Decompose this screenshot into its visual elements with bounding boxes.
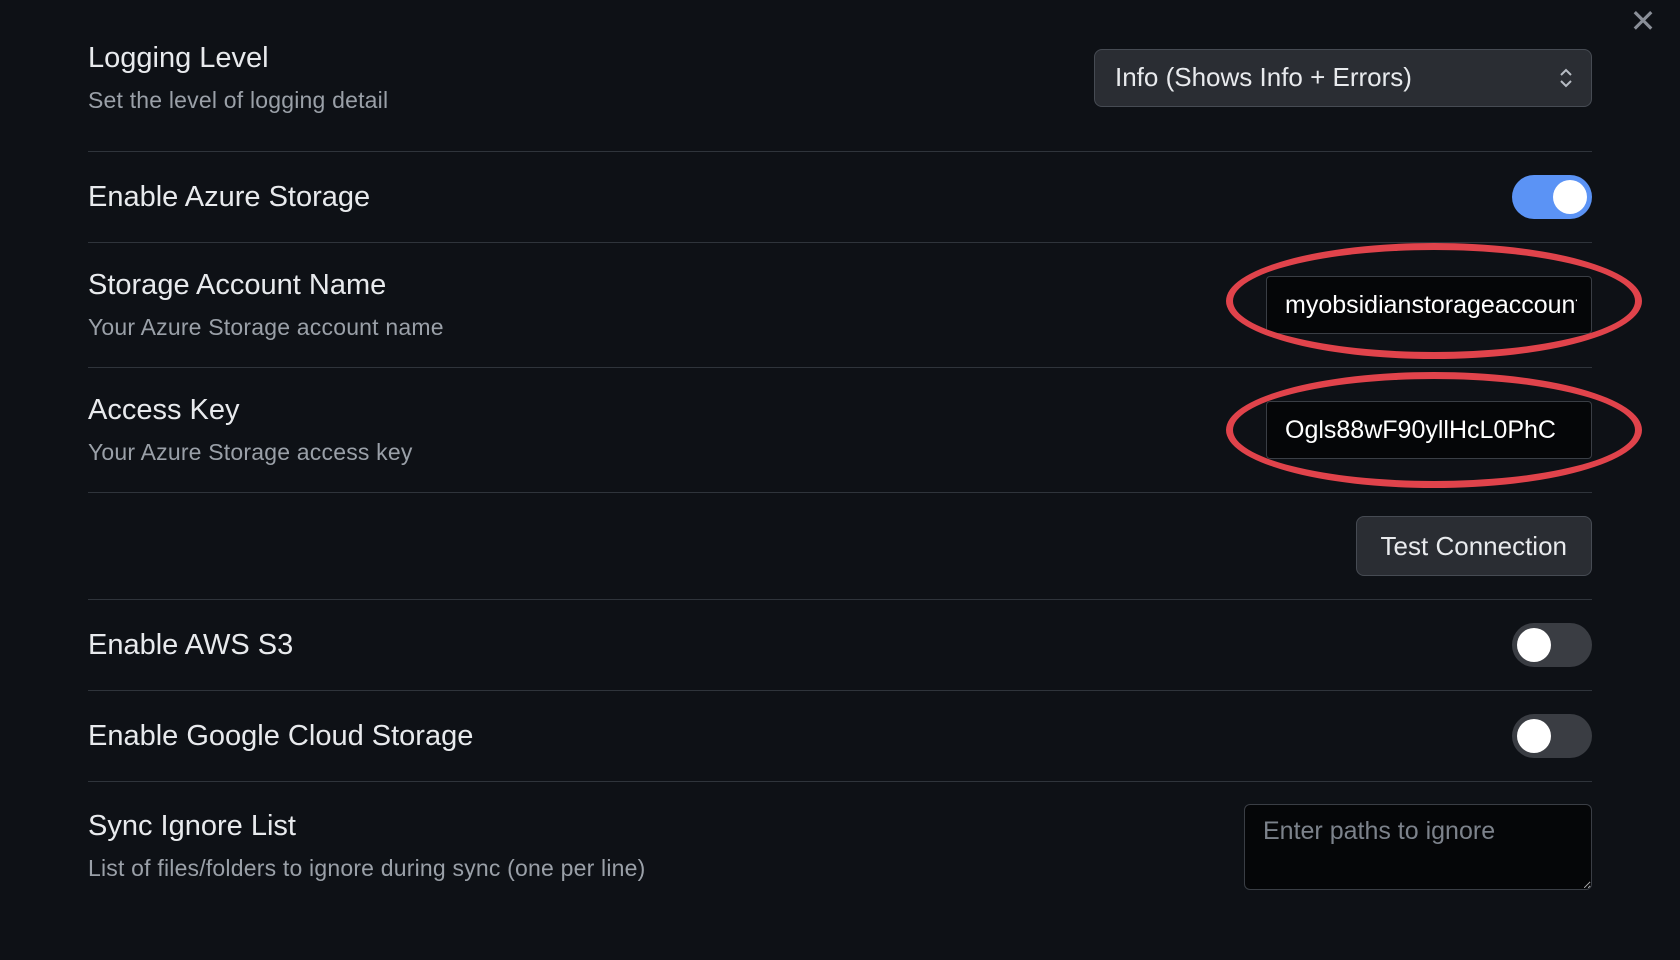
setting-description: List of files/folders to ignore during s… xyxy=(88,855,646,881)
setting-description: Your Azure Storage account name xyxy=(88,314,444,340)
setting-description: Set the level of logging detail xyxy=(88,86,389,113)
settings-panel: Logging Level Set the level of logging d… xyxy=(88,0,1642,917)
setting-test-connection: Test Connection xyxy=(88,493,1592,600)
setting-name: Enable AWS S3 xyxy=(88,628,294,661)
setting-name: Enable Azure Storage xyxy=(88,180,371,213)
toggle-knob xyxy=(1553,180,1587,214)
chevron-updown-icon xyxy=(1559,67,1573,89)
setting-access-key: Access Key Your Azure Storage access key xyxy=(88,368,1642,493)
toggle-knob xyxy=(1517,628,1551,662)
toggle-knob xyxy=(1517,719,1551,753)
test-connection-button[interactable]: Test Connection xyxy=(1355,516,1592,576)
aws-toggle[interactable] xyxy=(1512,623,1592,667)
setting-logging-level: Logging Level Set the level of logging d… xyxy=(88,0,1592,152)
setting-description: Your Azure Storage access key xyxy=(88,439,413,465)
setting-enable-gcs: Enable Google Cloud Storage xyxy=(88,691,1592,782)
azure-toggle[interactable] xyxy=(1512,175,1592,219)
setting-name: Storage Account Name xyxy=(88,269,387,301)
storage-account-name-input[interactable] xyxy=(1266,276,1592,334)
setting-name: Logging Level xyxy=(88,41,269,74)
setting-name: Enable Google Cloud Storage xyxy=(88,719,474,752)
setting-name: Access Key xyxy=(88,394,240,426)
setting-name: Sync Ignore List xyxy=(88,810,296,842)
logging-level-select[interactable]: Info (Shows Info + Errors) xyxy=(1094,48,1592,107)
setting-sync-ignore-list: Sync Ignore List List of files/folders t… xyxy=(88,782,1592,917)
access-key-input[interactable] xyxy=(1266,401,1592,459)
setting-enable-azure: Enable Azure Storage xyxy=(88,152,1592,243)
setting-enable-aws: Enable AWS S3 xyxy=(88,600,1592,691)
ignore-list-textarea[interactable] xyxy=(1244,804,1592,890)
select-value: Info (Shows Info + Errors) xyxy=(1115,62,1412,92)
setting-storage-account-name: Storage Account Name Your Azure Storage … xyxy=(88,243,1642,368)
close-icon[interactable]: ✕ xyxy=(1628,5,1658,37)
gcs-toggle[interactable] xyxy=(1512,714,1592,758)
